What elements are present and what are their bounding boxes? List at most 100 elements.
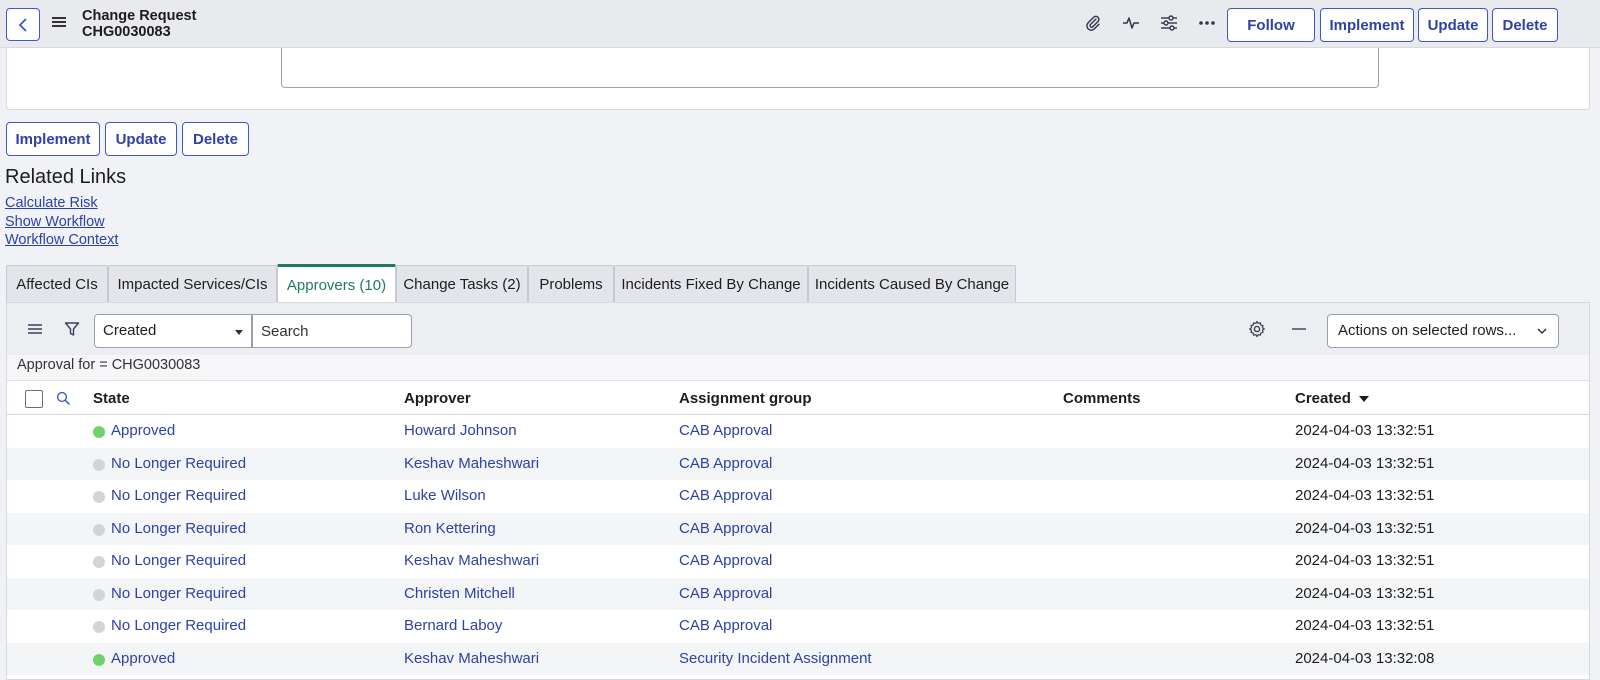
cell-created: 2024-04-03 13:32:08 [1295, 649, 1435, 667]
follow-button[interactable]: Follow [1227, 8, 1315, 42]
table-row[interactable]: No Longer Required Luke Wilson CAB Approva… [7, 480, 1589, 512]
search-field-select[interactable]: Created [94, 314, 252, 348]
breadcrumb[interactable]: Approval for = CHG0030083 [17, 357, 200, 373]
cell-assignment-group[interactable]: CAB Approval [679, 520, 772, 537]
delete-button[interactable]: Delete [182, 122, 249, 156]
table-row[interactable]: No Longer Required Bernard Laboy CAB Appro… [7, 610, 1589, 642]
cell-state[interactable]: No Longer Required [111, 520, 246, 537]
table-row[interactable]: Approved Howard Johnson CAB Approval 2024-0… [7, 415, 1589, 447]
breadcrumb-bar [7, 355, 1589, 381]
column-header-created-label: Created [1295, 390, 1351, 407]
approvers-list: Created Actions on selected rows... Appr… [6, 302, 1590, 680]
cell-created: 2024-04-03 13:32:51 [1295, 487, 1435, 504]
tab-incidents-caused[interactable]: Incidents Caused By Change [808, 265, 1016, 303]
workflow-context-link[interactable]: Workflow Context [5, 232, 118, 248]
activity-icon[interactable] [1120, 12, 1142, 34]
list-search-input[interactable] [252, 314, 412, 348]
table-row[interactable]: No Longer Required Keshav Maheshwari CAB A… [7, 545, 1589, 577]
cell-approver[interactable]: Keshav Maheshwari [404, 455, 539, 472]
chevron-down-icon [1536, 324, 1548, 341]
cell-assignment-group[interactable]: Security Incident Assignment [679, 650, 872, 667]
cell-state[interactable]: Approved [111, 650, 175, 667]
related-links-heading: Related Links [5, 166, 127, 188]
implement-button[interactable]: Implement [6, 122, 100, 156]
form-section [6, 48, 1590, 110]
actions-on-selected-rows-select[interactable]: Actions on selected rows... [1327, 314, 1559, 348]
paperclip-icon[interactable] [1082, 12, 1104, 34]
settings-sliders-icon[interactable] [1158, 12, 1180, 34]
header-implement-button[interactable]: Implement [1320, 8, 1414, 42]
cell-approver[interactable]: Keshav Maheshwari [404, 650, 539, 667]
gear-icon[interactable] [1247, 319, 1267, 339]
cell-state[interactable]: No Longer Required [111, 455, 246, 472]
header-update-button[interactable]: Update [1418, 8, 1488, 42]
tab-change-tasks[interactable]: Change Tasks (2) [396, 265, 528, 303]
cell-state[interactable]: No Longer Required [111, 487, 246, 504]
cell-state[interactable]: No Longer Required [111, 552, 246, 569]
cell-approver[interactable]: Bernard Laboy [404, 617, 502, 634]
search-field-value: Created [103, 322, 157, 339]
status-indicator-icon [93, 458, 105, 471]
cell-created: 2024-04-03 13:32:51 [1295, 584, 1435, 602]
status-indicator-icon [93, 653, 105, 666]
cell-approver[interactable]: Christen Mitchell [404, 585, 515, 602]
update-button[interactable]: Update [105, 122, 177, 156]
table-row[interactable]: No Longer Required Keshav Maheshwari CAB A… [7, 447, 1589, 480]
cell-approver[interactable]: Luke Wilson [404, 487, 486, 504]
table-row[interactable]: Approved Keshav Maheshwari Security Incide… [7, 642, 1589, 675]
tab-impacted-services[interactable]: Impacted Services/CIs [108, 265, 277, 303]
context-menu-icon[interactable] [52, 15, 66, 29]
description-textarea[interactable] [281, 48, 1379, 88]
form-header: Change Request CHG0030083 Follow Impleme… [0, 0, 1600, 48]
cell-approver[interactable]: Howard Johnson [404, 422, 517, 439]
sort-descending-icon [1358, 396, 1369, 403]
filter-icon[interactable] [62, 319, 82, 339]
cell-approver[interactable]: Keshav Maheshwari [404, 552, 539, 569]
status-indicator-icon [93, 523, 105, 536]
cell-created: 2024-04-03 13:32:51 [1295, 617, 1435, 634]
cell-state[interactable]: No Longer Required [111, 585, 246, 602]
form-title: Change Request CHG0030083 [82, 8, 196, 40]
cell-state[interactable]: Approved [111, 422, 175, 439]
cell-approver[interactable]: Ron Kettering [404, 520, 496, 537]
tab-incidents-fixed[interactable]: Incidents Fixed By Change [614, 265, 808, 303]
tab-affected-cis[interactable]: Affected CIs [6, 265, 108, 303]
column-header-assignment-group[interactable]: Assignment group [679, 390, 812, 407]
form-title-label: Change Request [82, 8, 197, 24]
column-header-state[interactable]: State [93, 390, 130, 407]
tab-approvers[interactable]: Approvers (10) [277, 264, 396, 303]
caret-down-icon [235, 330, 243, 335]
select-all-checkbox[interactable] [25, 390, 43, 408]
list-menu-icon[interactable] [25, 319, 45, 339]
search-icon[interactable] [53, 388, 73, 408]
calculate-risk-link[interactable]: Calculate Risk [5, 195, 98, 211]
cell-created: 2024-04-03 13:32:51 [1295, 422, 1435, 439]
cell-assignment-group[interactable]: CAB Approval [679, 617, 772, 634]
cell-assignment-group[interactable]: CAB Approval [679, 552, 772, 569]
actions-select-label: Actions on selected rows... [1338, 322, 1517, 339]
column-header-comments[interactable]: Comments [1063, 390, 1141, 407]
cell-assignment-group[interactable]: CAB Approval [679, 487, 772, 504]
more-options-icon[interactable] [1196, 12, 1218, 34]
tab-problems[interactable]: Problems [528, 265, 614, 303]
cell-assignment-group[interactable]: CAB Approval [679, 455, 772, 472]
status-indicator-icon [93, 491, 105, 503]
table-row[interactable]: No Longer Required Christen Mitchell CAB A… [7, 577, 1589, 610]
status-indicator-icon [93, 556, 105, 568]
status-indicator-icon [93, 588, 105, 601]
cell-state[interactable]: No Longer Required [111, 617, 246, 634]
show-workflow-link[interactable]: Show Workflow [5, 214, 105, 230]
back-button[interactable] [6, 8, 40, 41]
chevron-left-icon [18, 17, 27, 32]
list-header-row: State Approver Assignment group Comments… [7, 381, 1589, 415]
table-row[interactable]: No Longer Required Ron Kettering CAB Appro… [7, 512, 1589, 545]
header-delete-button[interactable]: Delete [1492, 8, 1558, 42]
cell-assignment-group[interactable]: CAB Approval [679, 422, 772, 439]
list-toolbar: Created Actions on selected rows... [7, 303, 1589, 355]
cell-assignment-group[interactable]: CAB Approval [679, 585, 772, 602]
column-header-created[interactable]: Created [1295, 390, 1369, 407]
cell-created: 2024-04-03 13:32:51 [1295, 454, 1435, 472]
cell-created: 2024-04-03 13:32:51 [1295, 552, 1435, 569]
collapse-icon[interactable] [1289, 319, 1309, 339]
column-header-approver[interactable]: Approver [404, 390, 471, 407]
